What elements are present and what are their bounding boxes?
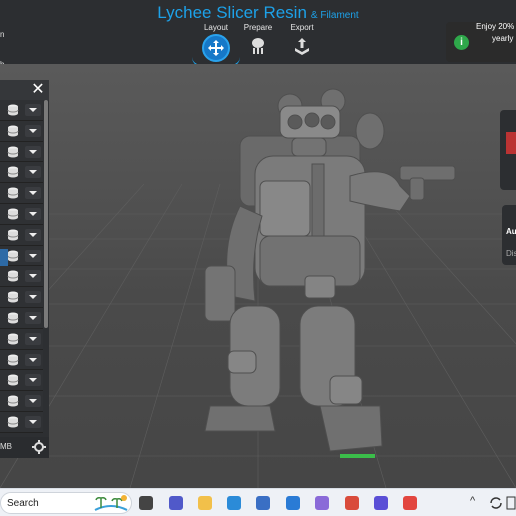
chrome-icon[interactable]: [342, 493, 362, 513]
tab-prepare[interactable]: Prepare: [238, 22, 278, 56]
database-icon: [7, 354, 19, 366]
chevron-down-icon[interactable]: [25, 104, 41, 116]
chevron-down-icon[interactable]: [25, 228, 41, 241]
app-title-suffix: & Filament: [310, 10, 359, 21]
tab-export[interactable]: Export: [282, 22, 322, 56]
search-highlight-icon: [94, 495, 128, 511]
memory-label: MB: [0, 442, 12, 451]
right-settings-stub[interactable]: Au Dis: [502, 205, 516, 265]
database-icon: [7, 208, 19, 220]
database-icon: [7, 270, 19, 282]
close-icon[interactable]: ✕: [28, 81, 48, 99]
chevron-down-icon[interactable]: [25, 270, 41, 283]
database-icon: [7, 374, 19, 386]
right-panel-label-a: Au: [506, 227, 516, 236]
chevron-down-icon[interactable]: [25, 311, 41, 324]
chevron-down-icon[interactable]: [25, 374, 41, 387]
chevron-down-icon[interactable]: [25, 187, 41, 200]
tab-prepare-label: Prepare: [243, 23, 273, 32]
edge-icon[interactable]: [224, 493, 244, 513]
scene-objects-panel: ✕ MB: [0, 80, 49, 458]
list-item[interactable]: [0, 183, 43, 204]
chevron-down-icon[interactable]: [25, 395, 41, 408]
file-explorer-icon[interactable]: [136, 493, 156, 513]
list-item[interactable]: [0, 328, 43, 350]
top-header-bar: Lychee Slicer Resin& Filament n b Layout…: [0, 0, 516, 69]
info-icon: i: [454, 35, 469, 50]
export-icon: [292, 36, 312, 56]
tab-layout-label: Layout: [203, 23, 229, 32]
database-icon: [7, 312, 19, 324]
app-title: Lychee Slicer Resin & Filament: [0, 3, 516, 23]
database-icon: [7, 250, 19, 262]
chevron-down-icon[interactable]: [25, 145, 41, 158]
list-item[interactable]: [0, 224, 43, 246]
database-icon: [7, 187, 19, 199]
copilot-icon[interactable]: [312, 493, 332, 513]
right-panel-label-b: Dis: [506, 249, 516, 258]
tray-chevron-icon[interactable]: ^: [470, 495, 475, 507]
sync-icon[interactable]: [488, 495, 504, 511]
object-list: [0, 100, 43, 433]
database-icon: [7, 125, 19, 137]
folder-icon[interactable]: [195, 493, 215, 513]
chevron-down-icon[interactable]: [25, 166, 41, 179]
panel-footer: MB: [0, 437, 49, 458]
lychee-icon[interactable]: [400, 493, 420, 513]
right-toolbar-stub[interactable]: [500, 110, 516, 190]
left-header-text-1: n: [0, 30, 5, 39]
left-header-stub: n b: [0, 22, 10, 69]
chevron-down-icon[interactable]: [25, 332, 41, 345]
database-icon: [7, 416, 19, 428]
database-icon: [7, 104, 19, 116]
vpn-icon[interactable]: [371, 493, 391, 513]
teams-icon[interactable]: [166, 493, 186, 513]
database-icon: [7, 146, 19, 158]
database-icon: [7, 333, 19, 345]
gear-icon[interactable]: [32, 440, 46, 454]
list-item[interactable]: [0, 141, 43, 163]
promo-text-line1: Enjoy 20%: [476, 22, 515, 31]
chevron-down-icon[interactable]: [25, 124, 41, 137]
list-item[interactable]: [0, 162, 43, 184]
list-item[interactable]: [0, 411, 43, 433]
list-item[interactable]: [0, 100, 43, 121]
chevron-down-icon[interactable]: [25, 207, 41, 220]
taskbar-search[interactable]: Search: [0, 492, 132, 514]
chevron-down-icon[interactable]: [25, 353, 41, 366]
search-placeholder: Search: [7, 498, 39, 509]
database-icon: [7, 291, 19, 303]
list-item[interactable]: [0, 307, 43, 329]
chevron-down-icon[interactable]: [25, 291, 41, 304]
list-item[interactable]: [0, 266, 43, 288]
database-icon: [7, 166, 19, 178]
database-icon: [7, 229, 19, 241]
3d-model-soldier[interactable]: [200, 86, 470, 476]
network-icon[interactable]: [506, 495, 516, 511]
list-item[interactable]: [0, 120, 43, 142]
store-icon[interactable]: [253, 493, 273, 513]
panel-scrollbar[interactable]: [44, 100, 48, 440]
list-item[interactable]: [0, 349, 43, 371]
tab-export-label: Export: [290, 23, 314, 32]
list-item[interactable]: [0, 370, 43, 392]
app-title-text: Lychee Slicer Resin: [157, 3, 307, 22]
supports-icon: [248, 36, 268, 56]
promo-notification[interactable]: i Enjoy 20% yearly: [446, 22, 516, 62]
promo-text-line2: yearly: [492, 34, 514, 43]
selected-item-indicator: [0, 249, 8, 266]
tab-layout[interactable]: Layout: [192, 22, 240, 67]
database-icon: [7, 395, 19, 407]
workflow-tabs: Layout Prepare Export: [192, 22, 324, 67]
move-arrows-icon: [202, 34, 230, 62]
chevron-down-icon[interactable]: [25, 249, 41, 262]
list-item[interactable]: [0, 391, 43, 412]
list-item[interactable]: [0, 287, 43, 308]
chevron-down-icon[interactable]: [25, 415, 41, 428]
mail-icon[interactable]: [283, 493, 303, 513]
windows-taskbar: Search ^: [0, 488, 516, 516]
scrollbar-thumb[interactable]: [44, 100, 48, 328]
warning-marker: [506, 132, 516, 154]
list-item[interactable]: [0, 203, 43, 225]
